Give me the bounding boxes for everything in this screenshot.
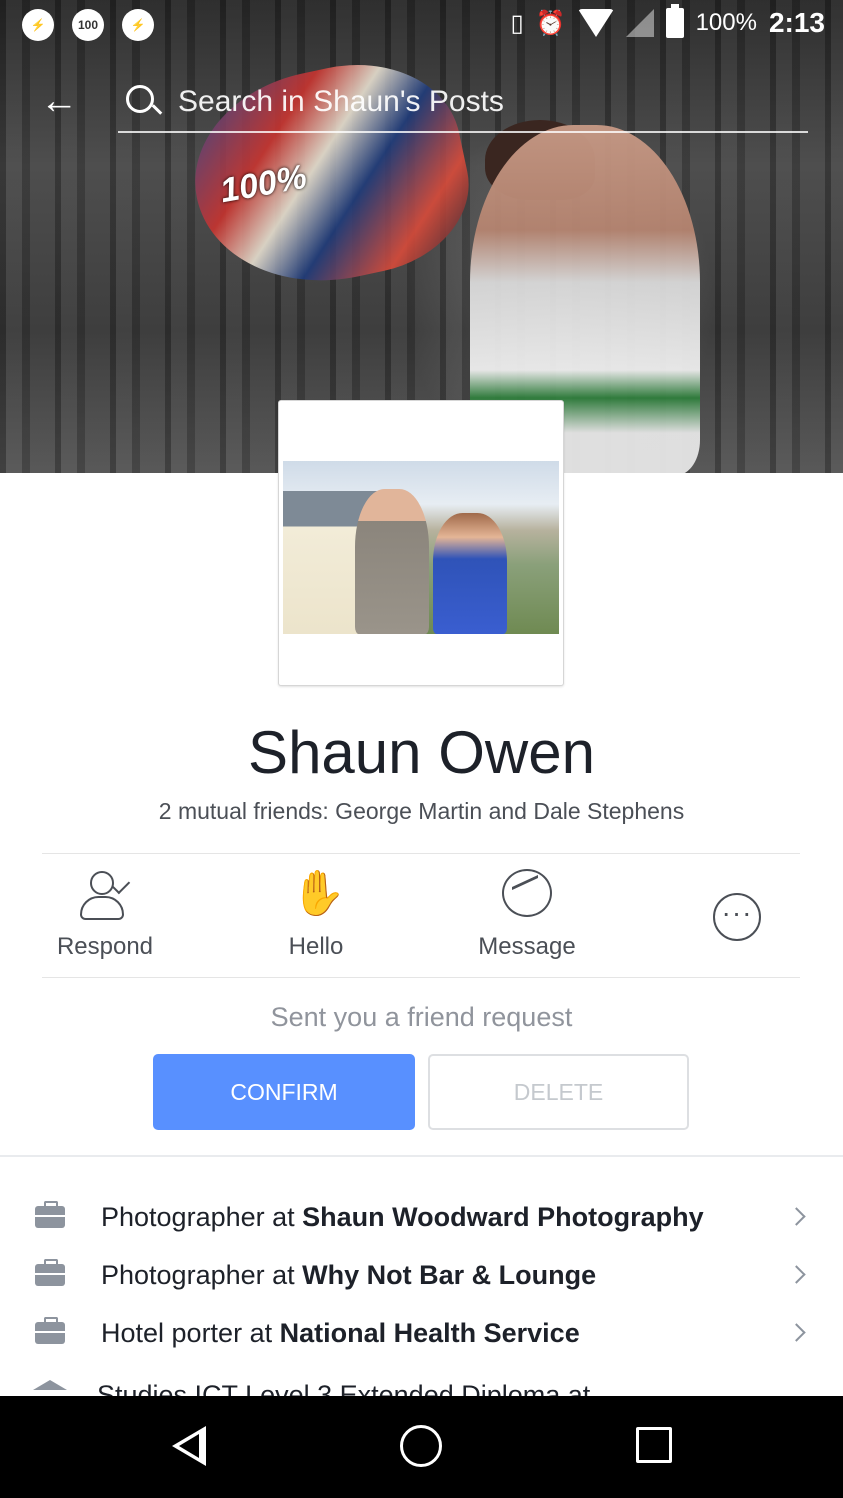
divider-top [42,853,800,854]
person-check-icon [80,869,131,920]
about-item[interactable]: Hotel porter at National Health Service [0,1306,843,1364]
chevron-right-icon [787,1323,806,1342]
alarm-icon: ⏰ [535,9,566,37]
navigation-bar [0,1396,843,1498]
nav-back-icon[interactable] [172,1426,206,1466]
section-separator [0,1155,843,1157]
briefcase-icon [35,1201,65,1228]
about-list: Photographer at Shaun Woodward Photograp… [0,1190,843,1396]
profile-name: Shaun Owen [248,719,595,786]
about-item-text: Photographer at Shaun Woodward Photograp… [101,1202,704,1232]
mutual-friends[interactable]: 2 mutual friends: George Martin and Dale… [0,798,843,825]
about-item-text: Photographer at Why Not Bar & Lounge [101,1260,597,1290]
profile-picture[interactable] [278,400,564,686]
about-item-text: Hotel porter at National Health Service [101,1318,580,1348]
vibrate-icon: ▯ [510,9,524,37]
wifi-icon [577,9,614,37]
photo-woman [433,513,507,634]
message-label: Message [478,933,576,960]
action-bar: Respond ✋ Hello Message ··· [0,855,843,977]
chevron-right-icon [787,1265,806,1284]
hello-button[interactable]: ✋ Hello [226,855,406,977]
wave-hand-icon: ✋ [291,869,346,918]
messenger-notification-icon: ⚡ [22,9,54,41]
more-icon: ··· [713,893,761,941]
status-notifications: ⚡ 100 ⚡ [22,9,154,41]
nav-home-icon[interactable] [400,1425,442,1467]
hello-label: Hello [288,933,344,960]
battery-icon [665,4,684,38]
about-item[interactable]: Photographer at Shaun Woodward Photograp… [0,1190,843,1248]
photo-man [355,489,429,634]
nav-recents-icon[interactable] [636,1427,672,1463]
respond-button[interactable]: Respond [15,855,195,977]
search-bar: ← [40,75,810,135]
divider-bottom [42,977,800,978]
back-arrow-icon[interactable]: ← [40,81,80,121]
search-input[interactable] [176,81,800,123]
status-system: ▯ ⏰ 100% 2:13 [510,4,825,39]
confirm-button[interactable]: CONFIRM [153,1054,415,1130]
search-icon [126,85,154,113]
briefcase-icon [35,1317,65,1344]
about-item[interactable]: Studies ICT Level 3 Extended Diploma at [0,1368,843,1396]
chevron-right-icon [787,1207,806,1226]
notification-count-icon: 100 [72,9,104,41]
signal-icon [625,9,654,37]
respond-label: Respond [56,933,154,960]
about-item[interactable]: Photographer at Why Not Bar & Lounge [0,1248,843,1306]
profile-photo [283,461,559,634]
messenger-icon [502,869,552,919]
battery-percent: 100% [695,9,757,36]
clock: 2:13 [768,7,825,38]
status-bar: ⚡ 100 ⚡ ▯ ⏰ 100% 2:13 [0,0,843,50]
messenger-notification-icon-2: ⚡ [122,9,154,41]
friend-request-text: Sent you a friend request [270,1002,573,1032]
graduation-cap-icon [33,1380,67,1390]
briefcase-icon [35,1259,65,1286]
message-button[interactable]: Message [437,855,617,977]
search-field[interactable] [118,75,808,133]
delete-button[interactable]: DELETE [428,1054,689,1130]
about-item-text: Studies ICT Level 3 Extended Diploma at [97,1380,591,1396]
more-button[interactable]: ··· [648,855,828,977]
